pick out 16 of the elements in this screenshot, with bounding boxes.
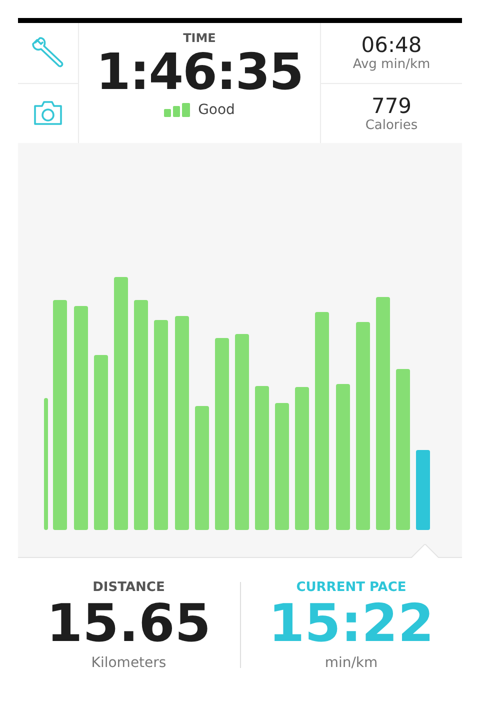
wrench-icon[interactable] <box>31 36 65 70</box>
signal-icon <box>164 103 190 117</box>
stat-value: 06:48 <box>361 33 422 58</box>
metric-label: DISTANCE <box>92 580 165 595</box>
metric-value: 15.65 <box>46 595 211 655</box>
stat-label: Avg min/km <box>352 57 430 72</box>
stat-value: 779 <box>371 94 412 118</box>
metric-label: CURRENT PACE <box>296 580 406 595</box>
metric-unit: min/km <box>324 654 378 671</box>
signal-label: Good <box>198 102 235 118</box>
time-label: TIME <box>183 31 216 45</box>
stat-label: Calories <box>365 118 418 133</box>
metric-unit: Kilometers <box>91 654 166 671</box>
metric-value: 15:22 <box>268 595 434 655</box>
time-value: 1:46:35 <box>96 45 303 100</box>
camera-icon[interactable] <box>33 100 63 126</box>
